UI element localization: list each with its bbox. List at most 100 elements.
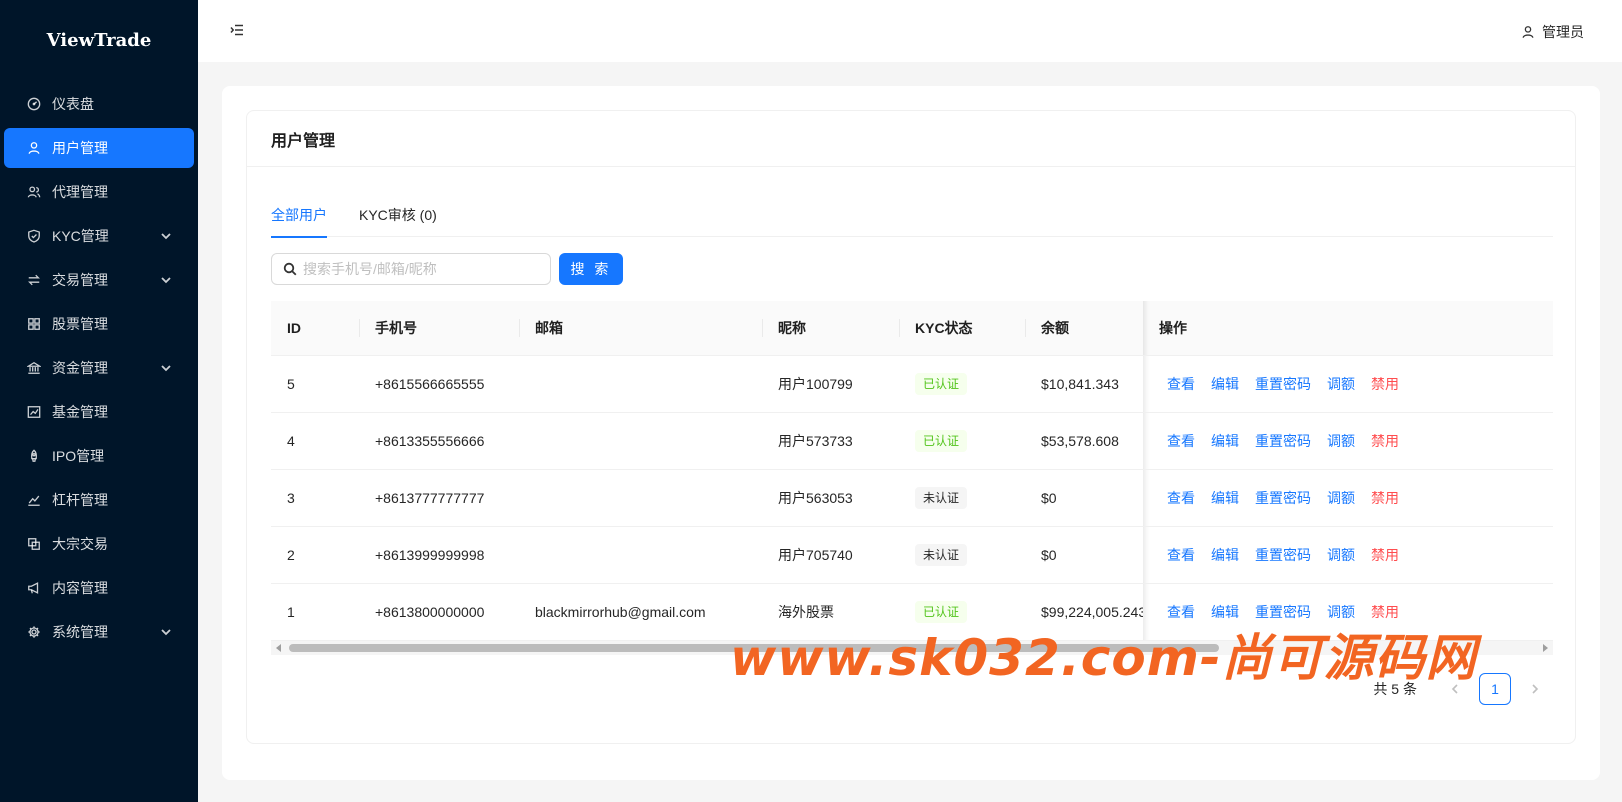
users-table: ID 手机号 邮箱 昵称 KYC状态 余额 操作 5 +8615566665555… [271, 301, 1553, 641]
sidebar-item-system[interactable]: 系统管理 [4, 612, 194, 652]
sidebar-item-users[interactable]: 用户管理 [4, 128, 194, 168]
view-link[interactable]: 查看 [1167, 490, 1195, 506]
sidebar-item-block-trade[interactable]: 大宗交易 [4, 524, 194, 564]
table-row: 3 +8613777777777 用户563053 未认证 $0 查看 编辑 重置密码 调额 禁用 [271, 469, 1553, 527]
fund-chart-icon [26, 404, 42, 420]
column-header-id[interactable]: ID [271, 301, 359, 356]
scroll-right-arrow-icon[interactable] [1543, 644, 1548, 652]
scroll-left-arrow-icon[interactable] [276, 644, 281, 652]
adjust-balance-link[interactable]: 调额 [1327, 490, 1355, 506]
cell-actions: 查看 编辑 重置密码 调额 禁用 [1143, 412, 1553, 470]
kyc-status-badge: 未认证 [915, 486, 968, 509]
adjust-balance-link[interactable]: 调额 [1327, 547, 1355, 563]
chevron-down-icon [160, 625, 174, 639]
reset-password-link[interactable]: 重置密码 [1255, 433, 1311, 449]
edit-link[interactable]: 编辑 [1211, 547, 1239, 563]
user-name: 管理员 [1542, 24, 1584, 40]
menu-fold-icon[interactable] [230, 23, 246, 39]
edit-link[interactable]: 编辑 [1211, 604, 1239, 620]
sidebar-item-funds[interactable]: 基金管理 [4, 392, 194, 432]
edit-link[interactable]: 编辑 [1211, 433, 1239, 449]
cell-nickname: 用户705740 [762, 526, 899, 584]
swap-icon [26, 272, 42, 288]
sidebar-item-leverage[interactable]: 杠杆管理 [4, 480, 194, 520]
cell-actions: 查看 编辑 重置密码 调额 禁用 [1143, 583, 1553, 641]
view-link[interactable]: 查看 [1167, 604, 1195, 620]
sidebar-item-label: 资金管理 [52, 360, 108, 376]
cell-actions: 查看 编辑 重置密码 调额 禁用 [1143, 469, 1553, 527]
cell-nickname: 用户100799 [762, 355, 899, 413]
search-row: 搜 索 [271, 253, 623, 285]
disable-link[interactable]: 禁用 [1371, 433, 1399, 449]
horizontal-scrollbar[interactable] [271, 641, 1553, 655]
column-header-kyc-status[interactable]: KYC状态 [899, 301, 1025, 356]
table-body: 5 +8615566665555 用户100799 已认证 $10,841.343 查看编… [271, 355, 1553, 641]
column-header-nickname[interactable]: 昵称 [762, 301, 899, 356]
cell-balance: $0 [1025, 469, 1143, 527]
disable-link[interactable]: 禁用 [1371, 376, 1399, 392]
kyc-status-badge: 已认证 [915, 600, 968, 623]
adjust-balance-link[interactable]: 调额 [1327, 604, 1355, 620]
cell-phone: +8613999999998 [359, 526, 519, 584]
chevron-down-icon [160, 229, 174, 243]
cell-nickname: 用户563053 [762, 469, 899, 527]
table-header-row: ID 手机号 邮箱 昵称 KYC状态 余额 操作 [271, 301, 1553, 356]
chevron-down-icon [160, 273, 174, 287]
column-header-phone[interactable]: 手机号 [359, 301, 519, 356]
disable-link[interactable]: 禁用 [1371, 490, 1399, 506]
column-header-balance[interactable]: 余额 [1025, 301, 1143, 356]
cell-actions: 查看 编辑 重置密码 调额 禁用 [1143, 355, 1553, 413]
column-header-email[interactable]: 邮箱 [519, 301, 762, 356]
chevron-right-icon [1532, 684, 1539, 694]
cell-email [519, 526, 762, 584]
reset-password-link[interactable]: 重置密码 [1255, 490, 1311, 506]
edit-link[interactable]: 编辑 [1211, 376, 1239, 392]
sidebar: ViewTrade 仪表盘 用户管理 代理管理 KYC管理 交易管理 股票管理 [0, 0, 198, 802]
cell-id: 2 [271, 526, 359, 584]
sidebar-item-ipo[interactable]: IPO管理 [4, 436, 194, 476]
cell-phone: +8613800000000 [359, 583, 519, 641]
sidebar-item-label: 交易管理 [52, 272, 108, 288]
sidebar-item-label: 杠杆管理 [52, 492, 108, 508]
cell-nickname: 用户573733 [762, 412, 899, 470]
reset-password-link[interactable]: 重置密码 [1255, 376, 1311, 392]
reset-password-link[interactable]: 重置密码 [1255, 547, 1311, 563]
view-link[interactable]: 查看 [1167, 433, 1195, 449]
kyc-status-badge: 已认证 [915, 429, 968, 452]
edit-link[interactable]: 编辑 [1211, 490, 1239, 506]
view-link[interactable]: 查看 [1167, 376, 1195, 392]
cell-id: 5 [271, 355, 359, 413]
user-menu[interactable]: 管理员 [1521, 22, 1584, 42]
sidebar-item-label: 股票管理 [52, 316, 108, 332]
user-management-card: 用户管理 全部用户 KYC审核 (0) 搜 索 ID 手机号 [246, 110, 1576, 744]
prev-page-button[interactable] [1439, 673, 1471, 705]
app-logo[interactable]: ViewTrade [0, 0, 198, 80]
search-input[interactable] [303, 261, 523, 277]
agent-icon [26, 184, 42, 200]
sidebar-item-dashboard[interactable]: 仪表盘 [4, 84, 194, 124]
sidebar-item-content[interactable]: 内容管理 [4, 568, 194, 608]
cell-phone: +8613777777777 [359, 469, 519, 527]
sidebar-item-stocks[interactable]: 股票管理 [4, 304, 194, 344]
tab-all-users[interactable]: 全部用户 [271, 197, 327, 238]
sidebar-item-agents[interactable]: 代理管理 [4, 172, 194, 212]
disable-link[interactable]: 禁用 [1371, 547, 1399, 563]
sidebar-item-label: 仪表盘 [52, 96, 94, 112]
search-button[interactable]: 搜 索 [559, 253, 623, 285]
page-number-current[interactable]: 1 [1479, 673, 1511, 705]
cell-phone: +8613355556666 [359, 412, 519, 470]
sidebar-item-kyc[interactable]: KYC管理 [4, 216, 194, 256]
next-page-button[interactable] [1519, 673, 1551, 705]
disable-link[interactable]: 禁用 [1371, 604, 1399, 620]
view-link[interactable]: 查看 [1167, 547, 1195, 563]
rocket-icon [26, 448, 42, 464]
reset-password-link[interactable]: 重置密码 [1255, 604, 1311, 620]
scrollbar-thumb[interactable] [289, 644, 1219, 652]
sidebar-item-trades[interactable]: 交易管理 [4, 260, 194, 300]
tab-kyc-review[interactable]: KYC审核 (0) [359, 197, 437, 237]
sidebar-item-funds-capital[interactable]: 资金管理 [4, 348, 194, 388]
cell-email: blackmirrorhub@gmail.com [519, 583, 762, 641]
sidebar-item-label: 大宗交易 [52, 536, 108, 552]
adjust-balance-link[interactable]: 调额 [1327, 376, 1355, 392]
adjust-balance-link[interactable]: 调额 [1327, 433, 1355, 449]
